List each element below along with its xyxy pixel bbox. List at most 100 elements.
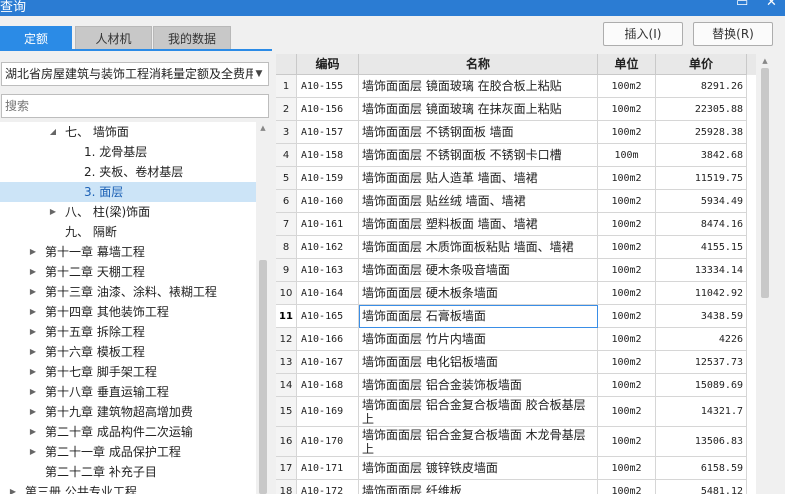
chevron-down-icon[interactable]: ▼: [253, 63, 265, 85]
restore-icon[interactable]: ▭: [736, 0, 748, 10]
price-cell: 15089.69: [656, 374, 747, 397]
name-cell: 墙饰面面层 塑料板面 墙面、墙裙: [359, 213, 598, 236]
collapsed-arrow-icon[interactable]: ▶: [28, 442, 38, 462]
table-row[interactable]: 7 A10-161 墙饰面面层 塑料板面 墙面、墙裙 100m2 8474.16: [276, 213, 756, 236]
collapsed-arrow-icon[interactable]: ▶: [28, 362, 38, 382]
scroll-up-icon[interactable]: ▲: [757, 57, 773, 65]
table-scrollbar[interactable]: ▲: [757, 54, 773, 494]
tree-node[interactable]: ▶ 第二十一章 成品保护工程: [0, 442, 256, 462]
close-icon[interactable]: ✕: [766, 0, 777, 10]
tree-node[interactable]: ▶ 第十三章 油漆、涂料、裱糊工程: [0, 282, 256, 302]
table-row[interactable]: 8 A10-162 墙饰面面层 木质饰面板粘贴 墙面、墙裙 100m2 4155.15: [276, 236, 756, 259]
row-number: 10: [276, 282, 297, 305]
unit-cell: 100m2: [598, 397, 656, 427]
table-row[interactable]: 1 A10-155 墙饰面面层 镜面玻璃 在胶合板上粘贴 100m2 8291.26: [276, 75, 756, 98]
row-number: 3: [276, 121, 297, 144]
scroll-up-icon[interactable]: ▲: [257, 124, 269, 132]
tab-quota[interactable]: 定额: [0, 26, 72, 50]
name-cell: 墙饰面面层 贴丝绒 墙面、墙裙: [359, 190, 598, 213]
price-cell: 8474.16: [656, 213, 747, 236]
tree-node-label: 第二十二章 补充子目: [45, 465, 157, 479]
tree-node[interactable]: 九、 隔断: [0, 222, 256, 242]
tree-node[interactable]: ▶ 第十九章 建筑物超高增加费: [0, 402, 256, 422]
table-scrollbar-thumb[interactable]: [761, 68, 769, 298]
table-row[interactable]: 3 A10-157 墙饰面面层 不锈钢面板 墙面 100m2 25928.38: [276, 121, 756, 144]
table-row[interactable]: 12 A10-166 墙饰面面层 竹片内墙面 100m2 4226: [276, 328, 756, 351]
table-row[interactable]: 9 A10-163 墙饰面面层 硬木条吸音墙面 100m2 13334.14: [276, 259, 756, 282]
replace-button[interactable]: 替换(R): [693, 22, 773, 46]
tree-node[interactable]: ▶ 第三册 公共专业工程: [0, 482, 256, 494]
table-row[interactable]: 5 A10-159 墙饰面面层 贴人造革 墙面、墙裙 100m2 11519.75: [276, 167, 756, 190]
column-header-unit[interactable]: 单位: [598, 54, 656, 75]
table-row[interactable]: 10 A10-164 墙饰面面层 硬木板条墙面 100m2 11042.92: [276, 282, 756, 305]
library-select-value: 湖北省房屋建筑与装饰工程消耗量定额及全费用: [5, 67, 258, 81]
name-cell: 墙饰面面层 镀锌铁皮墙面: [359, 457, 598, 480]
library-select[interactable]: 湖北省房屋建筑与装饰工程消耗量定额及全费用 ▼: [1, 62, 269, 86]
tree-node[interactable]: ▶ 第十五章 拆除工程: [0, 322, 256, 342]
tree-node[interactable]: ▶ 第十二章 天棚工程: [0, 262, 256, 282]
table-row[interactable]: 18 A10-172 墙饰面面层 纤维板 100m2 5481.12: [276, 480, 756, 494]
tree-node[interactable]: 第二十二章 补充子目: [0, 462, 256, 482]
tree-scrollbar-thumb[interactable]: [259, 260, 267, 494]
unit-cell: 100m2: [598, 75, 656, 98]
code-cell: A10-172: [297, 480, 359, 494]
row-number: 12: [276, 328, 297, 351]
tree-node[interactable]: ▶ 第十六章 模板工程: [0, 342, 256, 362]
tab-my-data[interactable]: 我的数据: [153, 26, 231, 50]
collapsed-arrow-icon[interactable]: ▶: [28, 402, 38, 422]
tree-node-label: 第十五章 拆除工程: [45, 325, 145, 339]
tree-node[interactable]: 1. 龙骨基层: [0, 142, 256, 162]
unit-cell: 100m: [598, 144, 656, 167]
tree-scrollbar[interactable]: ▲: [257, 122, 269, 494]
column-header-name[interactable]: 名称: [359, 54, 598, 75]
table-row[interactable]: 2 A10-156 墙饰面面层 镜面玻璃 在抹灰面上粘贴 100m2 22305.88: [276, 98, 756, 121]
table-row[interactable]: 6 A10-160 墙饰面面层 贴丝绒 墙面、墙裙 100m2 5934.49: [276, 190, 756, 213]
table-row[interactable]: 11 A10-165 墙饰面面层 石膏板墙面 100m2 3438.59: [276, 305, 756, 328]
table-row[interactable]: 17 A10-171 墙饰面面层 镀锌铁皮墙面 100m2 6158.59: [276, 457, 756, 480]
search-input[interactable]: [1, 94, 269, 118]
name-cell: 墙饰面面层 铝合金复合板墙面 胶合板基层上: [359, 397, 598, 427]
collapsed-arrow-icon[interactable]: ▶: [28, 382, 38, 402]
price-cell: 13506.83: [656, 427, 747, 457]
table-row[interactable]: 16 A10-170 墙饰面面层 铝合金复合板墙面 木龙骨基层上 100m2 13506…: [276, 427, 756, 457]
name-cell: 墙饰面面层 石膏板墙面: [359, 305, 598, 328]
tab-labor-material-machine[interactable]: 人材机: [75, 26, 152, 50]
unit-cell: 100m2: [598, 213, 656, 236]
tree-node[interactable]: ▶ 第十四章 其他装饰工程: [0, 302, 256, 322]
collapsed-arrow-icon[interactable]: ▶: [28, 262, 38, 282]
table-row[interactable]: 13 A10-167 墙饰面面层 电化铝板墙面 100m2 12537.73: [276, 351, 756, 374]
insert-button[interactable]: 插入(I): [603, 22, 683, 46]
collapsed-arrow-icon[interactable]: ▶: [28, 342, 38, 362]
chapter-tree: ◢ 七、 墙饰面 1. 龙骨基层 2. 夹板、卷材基层 3. 面层 ▶ 八、 柱(梁)饰面九…: [0, 122, 256, 494]
tree-node[interactable]: ◢ 七、 墙饰面: [0, 122, 256, 142]
collapsed-arrow-icon[interactable]: ▶: [28, 282, 38, 302]
code-cell: A10-169: [297, 397, 359, 427]
tree-node[interactable]: ▶ 八、 柱(梁)饰面: [0, 202, 256, 222]
table-row[interactable]: 15 A10-169 墙饰面面层 铝合金复合板墙面 胶合板基层上 100m2 14321…: [276, 397, 756, 427]
collapsed-arrow-icon[interactable]: ▶: [28, 242, 38, 262]
tree-node-label: 第十六章 模板工程: [45, 345, 145, 359]
tree-node[interactable]: 3. 面层: [0, 182, 256, 202]
column-header-price[interactable]: 单价: [656, 54, 747, 75]
name-cell: 墙饰面面层 镜面玻璃 在抹灰面上粘贴: [359, 98, 598, 121]
unit-cell: 100m2: [598, 351, 656, 374]
tree-node[interactable]: ▶ 第十一章 幕墙工程: [0, 242, 256, 262]
row-number: 9: [276, 259, 297, 282]
code-cell: A10-165: [297, 305, 359, 328]
collapsed-arrow-icon[interactable]: ▶: [8, 482, 18, 494]
tree-node[interactable]: ▶ 第十七章 脚手架工程: [0, 362, 256, 382]
collapsed-arrow-icon[interactable]: ▶: [28, 302, 38, 322]
table-row[interactable]: 4 A10-158 墙饰面面层 不锈钢面板 不锈钢卡口槽 100m 3842.68: [276, 144, 756, 167]
collapsed-arrow-icon[interactable]: ▶: [28, 322, 38, 342]
collapsed-arrow-icon[interactable]: ▶: [28, 422, 38, 442]
code-cell: A10-159: [297, 167, 359, 190]
column-header-code[interactable]: 编码: [297, 54, 359, 75]
collapsed-arrow-icon[interactable]: ▶: [48, 202, 58, 222]
tree-node[interactable]: 2. 夹板、卷材基层: [0, 162, 256, 182]
tree-node[interactable]: ▶ 第二十章 成品构件二次运输: [0, 422, 256, 442]
expanded-arrow-icon[interactable]: ◢: [48, 122, 58, 142]
table-row[interactable]: 14 A10-168 墙饰面面层 铝合金装饰板墙面 100m2 15089.69: [276, 374, 756, 397]
tree-node[interactable]: ▶ 第十八章 垂直运输工程: [0, 382, 256, 402]
name-cell: 墙饰面面层 不锈钢面板 不锈钢卡口槽: [359, 144, 598, 167]
code-cell: A10-168: [297, 374, 359, 397]
